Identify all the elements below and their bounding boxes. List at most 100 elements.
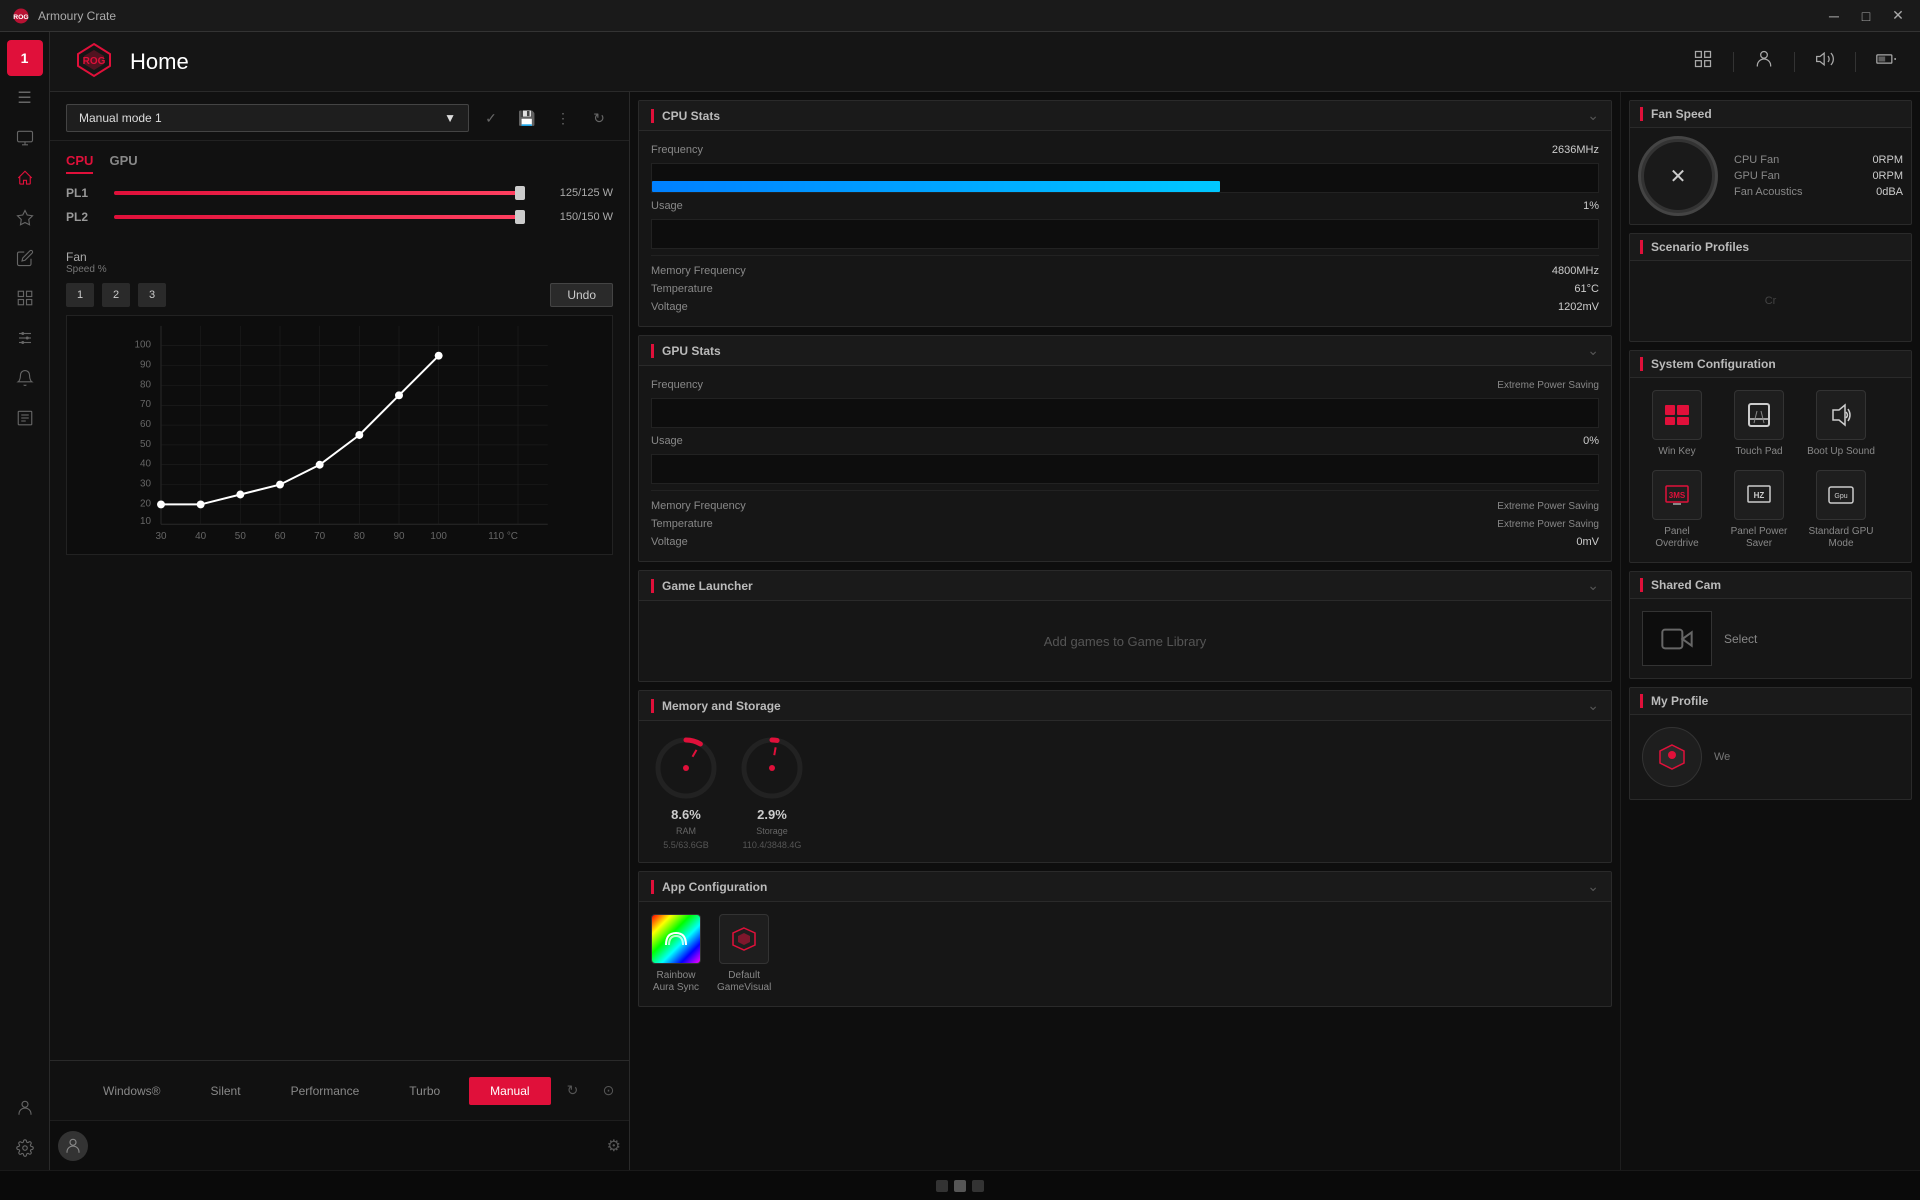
status-indicator-2[interactable]: [954, 1180, 966, 1192]
touch-pad-label: Touch Pad: [1735, 446, 1782, 458]
svg-text:3MS: 3MS: [1669, 491, 1686, 500]
default-gamevisual-icon: [719, 914, 769, 964]
fan-chart[interactable]: 100 90 80 70 60 50 40 30 20 10 30: [66, 315, 613, 555]
app-config-collapse-icon[interactable]: ⌄: [1587, 878, 1599, 895]
sidebar-icon-settings[interactable]: [7, 1130, 43, 1166]
cam-select-button[interactable]: Select: [1724, 632, 1757, 646]
settings-bottom-icon[interactable]: ⊙: [595, 1077, 623, 1105]
add-games-text[interactable]: Add games to Game Library: [1044, 634, 1207, 649]
fan-gauge-icon: ✕: [1670, 164, 1687, 189]
mode-tab-performance[interactable]: Performance: [270, 1077, 381, 1105]
touch-pad-item[interactable]: Touch Pad: [1724, 390, 1794, 458]
cpu-stats-collapse-icon[interactable]: ⌄: [1587, 107, 1599, 124]
sidebar-icon-edit[interactable]: [7, 240, 43, 276]
tab-gpu[interactable]: GPU: [109, 149, 137, 174]
cpu-freq-row: Frequency 2636MHz: [651, 141, 1599, 159]
status-indicator-3[interactable]: [972, 1180, 984, 1192]
battery-icon[interactable]: [1876, 49, 1896, 74]
layout-icon[interactable]: [1693, 49, 1713, 74]
undo-button[interactable]: Undo: [550, 283, 613, 307]
sidebar-icon-list[interactable]: [7, 400, 43, 436]
fan-point-1-button[interactable]: 1: [66, 283, 94, 307]
profile-refresh-icon[interactable]: ↻: [585, 104, 613, 132]
fan-gauge-circle: ✕: [1638, 136, 1718, 216]
sidebar-icon-controls[interactable]: [7, 320, 43, 356]
sidebar-icon-devices[interactable]: [7, 120, 43, 156]
sidebar-icon-home[interactable]: [7, 160, 43, 196]
gpu-voltage-row: Voltage 0mV: [651, 533, 1599, 551]
close-button[interactable]: ✕: [1888, 6, 1908, 26]
cpu-stats-body: Frequency 2636MHz Usage 1%: [639, 131, 1611, 326]
profile-icon[interactable]: [1754, 49, 1774, 74]
game-launcher-indicator: [651, 579, 654, 593]
pl2-value: 150/150 W: [533, 211, 613, 223]
sidebar-icon-menu[interactable]: ☰: [7, 80, 43, 116]
restore-button[interactable]: □: [1856, 6, 1876, 26]
gpu-fan-row: GPU Fan 0RPM: [1734, 168, 1903, 184]
right-column: Fan Speed ✕ CPU Fan 0RPM: [1620, 92, 1920, 1170]
win-key-item[interactable]: Win Key: [1642, 390, 1712, 458]
minimize-button[interactable]: ─: [1824, 6, 1844, 26]
profile-avatar-icon: [1642, 727, 1702, 787]
fan-acoustics-row: Fan Acoustics 0dBA: [1734, 184, 1903, 200]
refresh-icon[interactable]: ↻: [559, 1077, 587, 1105]
gpu-temp-label: Temperature: [651, 518, 713, 530]
default-gamevisual-item[interactable]: DefaultGameVisual: [717, 914, 771, 994]
mode-tab-turbo[interactable]: Turbo: [388, 1077, 461, 1105]
boot-up-sound-item[interactable]: Boot Up Sound: [1806, 390, 1876, 458]
cpu-divider: [651, 255, 1599, 256]
mode-tab-manual[interactable]: Manual: [469, 1077, 550, 1105]
scenario-profiles-title: Scenario Profiles: [1651, 240, 1749, 254]
pl2-bar[interactable]: [114, 215, 525, 219]
fan-speed-header: Fan Speed: [1630, 101, 1911, 128]
scenario-profiles-card: Scenario Profiles Cr: [1629, 233, 1912, 342]
sidebar: 1 ☰: [0, 32, 50, 1170]
fan-point-2-button[interactable]: 2: [102, 283, 130, 307]
sidebar-icon-number[interactable]: 1: [7, 40, 43, 76]
my-profile-header: My Profile: [1630, 688, 1911, 715]
profile-dropdown[interactable]: Manual mode 1 ▼: [66, 104, 469, 132]
profile-check-icon[interactable]: ✓: [477, 104, 505, 132]
app-config-title: App Configuration: [662, 880, 767, 894]
touch-pad-icon: [1734, 390, 1784, 440]
gpu-stats-title: GPU Stats: [662, 344, 721, 358]
fan-point-3-button[interactable]: 3: [138, 283, 166, 307]
header-icons: [1693, 49, 1896, 74]
memory-storage-indicator: [651, 699, 654, 713]
mode-tab-silent[interactable]: Silent: [190, 1077, 262, 1105]
rainbow-aura-sync-label: RainbowAura Sync: [653, 970, 699, 994]
standard-gpu-mode-item[interactable]: Gpu Standard GPU Mode: [1806, 470, 1876, 550]
sidebar-icon-notifications[interactable]: [7, 360, 43, 396]
user-avatar[interactable]: [58, 1131, 88, 1161]
app-title: Armoury Crate: [38, 9, 1824, 23]
gpu-stats-collapse-icon[interactable]: ⌄: [1587, 342, 1599, 359]
cpu-memfreq-value: 4800MHz: [1552, 265, 1599, 277]
status-indicator-1[interactable]: [936, 1180, 948, 1192]
svg-text:50: 50: [235, 531, 247, 542]
profile-save-icon[interactable]: 💾: [513, 104, 541, 132]
profile-more-icon[interactable]: ⋮: [549, 104, 577, 132]
sidebar-icon-grid[interactable]: [7, 280, 43, 316]
speaker-icon[interactable]: [1815, 49, 1835, 74]
settings-icon[interactable]: ⚙: [607, 1136, 621, 1156]
cpu-usage-chart: [651, 219, 1599, 249]
system-config-title: System Configuration: [1651, 357, 1776, 371]
panel-overdrive-item[interactable]: 3MS Panel Overdrive: [1642, 470, 1712, 550]
game-launcher-collapse-icon[interactable]: ⌄: [1587, 577, 1599, 594]
gpu-stats-header: GPU Stats ⌄: [639, 336, 1611, 366]
rainbow-aura-sync-item[interactable]: RainbowAura Sync: [651, 914, 701, 994]
tab-cpu[interactable]: CPU: [66, 149, 93, 174]
game-launcher-card: Game Launcher ⌄ Add games to Game Librar…: [638, 570, 1612, 682]
gpu-memfreq-row: Memory Frequency Extreme Power Saving: [651, 497, 1599, 515]
svg-text:60: 60: [140, 419, 152, 430]
gpu-temp-value: Extreme Power Saving: [1497, 519, 1599, 530]
panel-power-saver-item[interactable]: HZ Panel Power Saver: [1724, 470, 1794, 550]
pl1-bar[interactable]: [114, 191, 525, 195]
cpu-voltage-row: Voltage 1202mV: [651, 298, 1599, 316]
fan-speed-indicator: [1640, 107, 1643, 121]
default-gamevisual-label: DefaultGameVisual: [717, 970, 771, 994]
mode-tab-windows[interactable]: Windows®: [82, 1077, 182, 1105]
memory-storage-collapse-icon[interactable]: ⌄: [1587, 697, 1599, 714]
sidebar-icon-star[interactable]: [7, 200, 43, 236]
sidebar-icon-user[interactable]: [7, 1090, 43, 1126]
